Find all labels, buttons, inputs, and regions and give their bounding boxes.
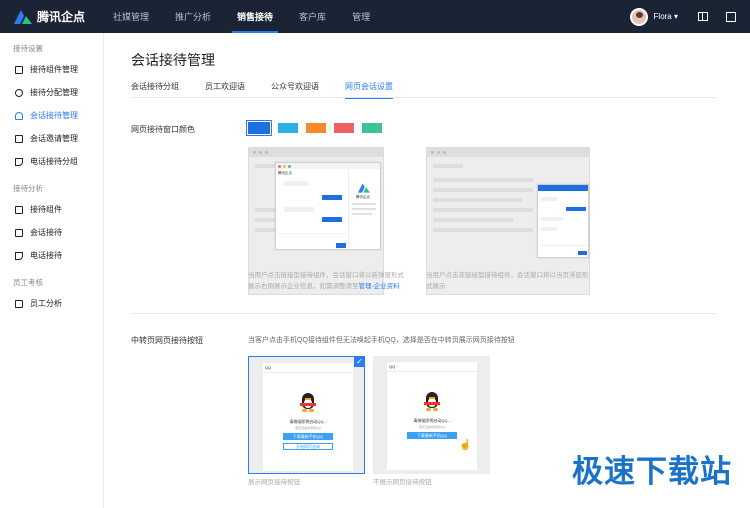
- hand-cursor-icon: ☝: [459, 440, 472, 451]
- qq-header: QQ: [387, 362, 477, 372]
- chat-invite-icon: [15, 134, 23, 143]
- sidebar-item-label: 会话邀请管理: [30, 134, 78, 143]
- headset-icon: [15, 111, 23, 120]
- tab-official-welcome[interactable]: 公众号欢迎语: [271, 81, 319, 98]
- sidebar-item-label: 会话接待管理: [30, 111, 78, 120]
- color-swatch-red[interactable]: [334, 123, 354, 133]
- sidebar-group-title: 接待设置: [13, 44, 43, 53]
- qq-header: QQ: [263, 363, 353, 373]
- fullscreen-icon[interactable]: [726, 11, 736, 22]
- tab-web-session[interactable]: 网页会话设置: [345, 81, 393, 99]
- sidebar-item-label: 接待组件管理: [30, 65, 78, 74]
- sidebar-item-session-manage[interactable]: 会话接待管理: [0, 104, 103, 127]
- topnav-item-sales[interactable]: 销售接待: [224, 0, 286, 33]
- sidebar-group-title: 接待分析: [13, 184, 43, 193]
- tab-session-group[interactable]: 会话接待分组: [131, 81, 179, 98]
- tab-bar: 会话接待分组 员工欢迎语 公众号欢迎语 网页会话设置: [131, 81, 716, 99]
- qq-hint: 若无法启动手机QQ: [419, 425, 445, 429]
- sidebar-item-staff-analysis[interactable]: 员工分析: [0, 292, 103, 315]
- color-swatch-green[interactable]: [362, 123, 382, 133]
- color-swatch-blue[interactable]: [246, 120, 272, 136]
- enterprise-profile-link[interactable]: 管理-企业资料: [359, 283, 400, 290]
- book-icon[interactable]: [698, 12, 708, 21]
- transfer-description: 当客户点击手机QQ接待组件但无法唤起手机QQ，选择是否在中转页展示网页接待按钮: [248, 337, 515, 344]
- main-content: 会话接待管理 会话接待分组 员工欢迎语 公众号欢迎语 网页会话设置 网页接待窗口…: [104, 33, 750, 508]
- color-swatches: [246, 120, 382, 136]
- web-consult-button[interactable]: 开始网页咨询: [283, 443, 333, 450]
- sidebar: 接待设置 接待组件管理 接待分配管理 会话接待管理 会话邀请管理 电话接待分组 …: [0, 33, 104, 508]
- sidebar-group-title: 员工考核: [13, 278, 43, 287]
- sidebar-item-session[interactable]: 会话接待: [0, 221, 103, 244]
- option-hide-web-button[interactable]: QQ 请稍候即将启动QQ... 若无法启动手机QQ 下载最新手机QQ ☝: [373, 356, 490, 474]
- option-show-web-button[interactable]: ✓ QQ 请稍候即将启动QQ... 若无法启动手机QQ 下载最新手机QQ 开始网…: [248, 356, 365, 474]
- clipboard-icon: [15, 299, 23, 308]
- download-qq-button[interactable]: 下载最新手机QQ: [283, 433, 333, 440]
- preview-company-name: 腾讯企点: [356, 195, 370, 199]
- transfer-button-label: 中转页网页接待按钮: [131, 336, 203, 345]
- sidebar-item-phone[interactable]: 电话接待: [0, 244, 103, 267]
- sidebar-item-widget[interactable]: 接待组件: [0, 198, 103, 221]
- sidebar-item-label: 电话接待: [30, 251, 62, 260]
- share-icon: [15, 88, 23, 97]
- company-logo-icon: [358, 183, 370, 193]
- user-area: Flora ▾: [629, 0, 736, 33]
- logo-icon: [14, 9, 32, 24]
- topnav-item-customers[interactable]: 客户库: [286, 0, 339, 33]
- app-name: 腾讯企点: [37, 10, 86, 24]
- page-title: 会话接待管理: [131, 52, 215, 68]
- watermark-text: 极速下载站: [572, 454, 732, 490]
- section-divider: [131, 313, 716, 314]
- sidebar-item-label: 电话接待分组: [30, 157, 78, 166]
- widget-icon: [15, 65, 23, 74]
- top-nav: 社媒管理 推广分析 销售接待 客户库 管理: [100, 0, 383, 33]
- option-caption: 展示网页接待按钮: [248, 479, 300, 486]
- color-swatch-orange[interactable]: [306, 123, 326, 133]
- qq-hint: 若无法启动手机QQ: [295, 426, 321, 430]
- caption-float-widget: 当用户点击非链接型接待组件，会话窗口将以当页浮层形式展示: [426, 272, 589, 290]
- phone-icon: [15, 157, 23, 166]
- option-caption: 不展示网页接待按钮: [373, 479, 432, 486]
- checkmark-icon: ✓: [354, 356, 365, 367]
- sidebar-item-label: 接待组件: [30, 205, 62, 214]
- tab-staff-welcome[interactable]: 员工欢迎语: [205, 81, 245, 98]
- qq-launch-prompt: 请稍候即将启动QQ...: [413, 418, 451, 423]
- qq-penguin-icon: [300, 393, 316, 413]
- qq-penguin-icon: [424, 392, 440, 412]
- caption-link-widget: 当用户点击链接型接待组件，会话窗口将以新弹窗形式展示右侧展示企业信息，如需调整请…: [248, 270, 408, 292]
- topnav-item-promotion[interactable]: 推广分析: [162, 0, 224, 33]
- chat-window-preview: 腾讯企点 腾讯企点: [275, 162, 381, 251]
- download-qq-button[interactable]: 下载最新手机QQ: [407, 432, 457, 439]
- sidebar-item-widget-manage[interactable]: 接待组件管理: [0, 58, 103, 81]
- app-logo[interactable]: 腾讯企点: [0, 8, 100, 25]
- window-color-label: 网页接待窗口颜色: [131, 125, 195, 134]
- float-chat-preview: [537, 184, 589, 258]
- preview-title: 腾讯企点: [278, 171, 292, 175]
- widget-icon: [15, 205, 23, 214]
- avatar[interactable]: [629, 7, 648, 26]
- sidebar-item-label: 接待分配管理: [30, 88, 78, 97]
- top-bar: 腾讯企点 社媒管理 推广分析 销售接待 客户库 管理 Flora ▾: [0, 0, 750, 33]
- sidebar-item-assign-manage[interactable]: 接待分配管理: [0, 81, 103, 104]
- topnav-item-social[interactable]: 社媒管理: [100, 0, 162, 33]
- sidebar-item-phone-group[interactable]: 电话接待分组: [0, 150, 103, 173]
- user-menu[interactable]: Flora ▾: [654, 12, 678, 21]
- phone-icon: [15, 251, 23, 260]
- chat-icon: [15, 228, 23, 237]
- color-swatch-cyan[interactable]: [278, 123, 298, 133]
- sidebar-item-invite-manage[interactable]: 会话邀请管理: [0, 127, 103, 150]
- sidebar-item-label: 会话接待: [30, 228, 62, 237]
- qq-launch-prompt: 请稍候即将启动QQ...: [289, 419, 327, 424]
- topnav-item-manage[interactable]: 管理: [339, 0, 383, 33]
- sidebar-item-label: 员工分析: [30, 299, 62, 308]
